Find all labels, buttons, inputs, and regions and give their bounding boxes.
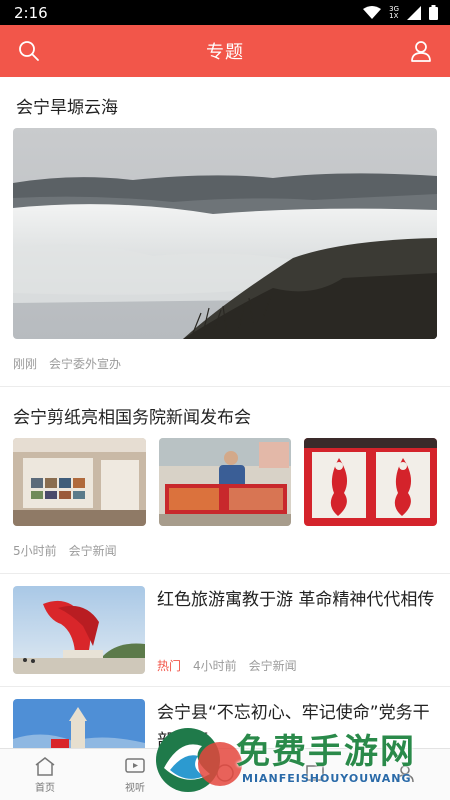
article-meta: 热门 4小时前 会宁新闻 [157, 657, 437, 674]
article-card[interactable]: 会宁旱塬云海 刚刚 会宁委外宣办 [0, 77, 450, 387]
article-card[interactable]: 红色旅游寓教于游 革命精神代代相传 热门 4小时前 会宁新闻 [0, 574, 450, 687]
tab-5[interactable] [360, 749, 450, 800]
hot-badge: 热门 [157, 659, 182, 673]
article-title: 会宁县“不忘初心、牢记使命”党务干部专题 [157, 703, 430, 748]
tab4-icon [306, 765, 324, 781]
article-thumbnail [13, 699, 145, 748]
article-time: 5小时前 [13, 544, 57, 558]
tab-label: 视听 [125, 782, 145, 794]
article-source: 会宁新闻 [248, 659, 297, 673]
article-title: 会宁旱塬云海 [16, 98, 118, 118]
article-thumbnails [13, 438, 438, 526]
network-type-icon: 3G 1X [389, 4, 399, 20]
article-image [13, 128, 437, 339]
status-time: 2:16 [14, 3, 48, 22]
bottom-tab-bar: 首页 视听 [0, 748, 450, 800]
battery-icon [429, 5, 438, 20]
tab-home[interactable]: 首页 [0, 749, 90, 800]
article-feed: 会宁旱塬云海 刚刚 会宁委外宣办 会宁剪纸亮相国务院新闻发布会 5小时前 会宁新… [0, 77, 450, 748]
tab-4[interactable] [270, 749, 360, 800]
tab5-icon [396, 765, 414, 783]
page-title: 专题 [206, 42, 244, 63]
article-time: 刚刚 [13, 357, 38, 371]
article-meta: 刚刚 会宁委外宣办 [13, 339, 437, 386]
tab-label: 首页 [35, 782, 55, 794]
tab-3[interactable] [180, 749, 270, 800]
thumbnail-image [304, 438, 438, 526]
article-time: 4小时前 [193, 659, 237, 673]
user-icon[interactable] [406, 36, 436, 66]
article-source: 会宁新闻 [68, 544, 117, 558]
home-icon [35, 756, 55, 776]
status-bar: 2:16 3G 1X [0, 0, 450, 25]
thumbnail-image [13, 438, 146, 526]
thumbnail-image [158, 438, 292, 526]
article-source: 会宁委外宣办 [49, 357, 122, 371]
article-title: 会宁剪纸亮相国务院新闻发布会 [13, 408, 251, 428]
article-card[interactable]: 会宁县“不忘初心、牢记使命”党务干部专题 [0, 687, 450, 748]
top-bar: 专题 [0, 25, 450, 77]
article-meta: 5小时前 会宁新闻 [13, 526, 437, 573]
tab3-icon [216, 764, 234, 782]
article-card[interactable]: 会宁剪纸亮相国务院新闻发布会 5小时前 会宁新闻 [0, 387, 450, 574]
wifi-icon [363, 5, 382, 19]
tab-video[interactable]: 视听 [90, 749, 180, 800]
video-icon [125, 757, 145, 773]
article-thumbnail [13, 586, 145, 674]
signal-icon [407, 5, 421, 20]
status-icons: 3G 1X [363, 5, 438, 20]
article-title: 红色旅游寓教于游 革命精神代代相传 [157, 590, 435, 610]
search-icon[interactable] [14, 36, 44, 66]
